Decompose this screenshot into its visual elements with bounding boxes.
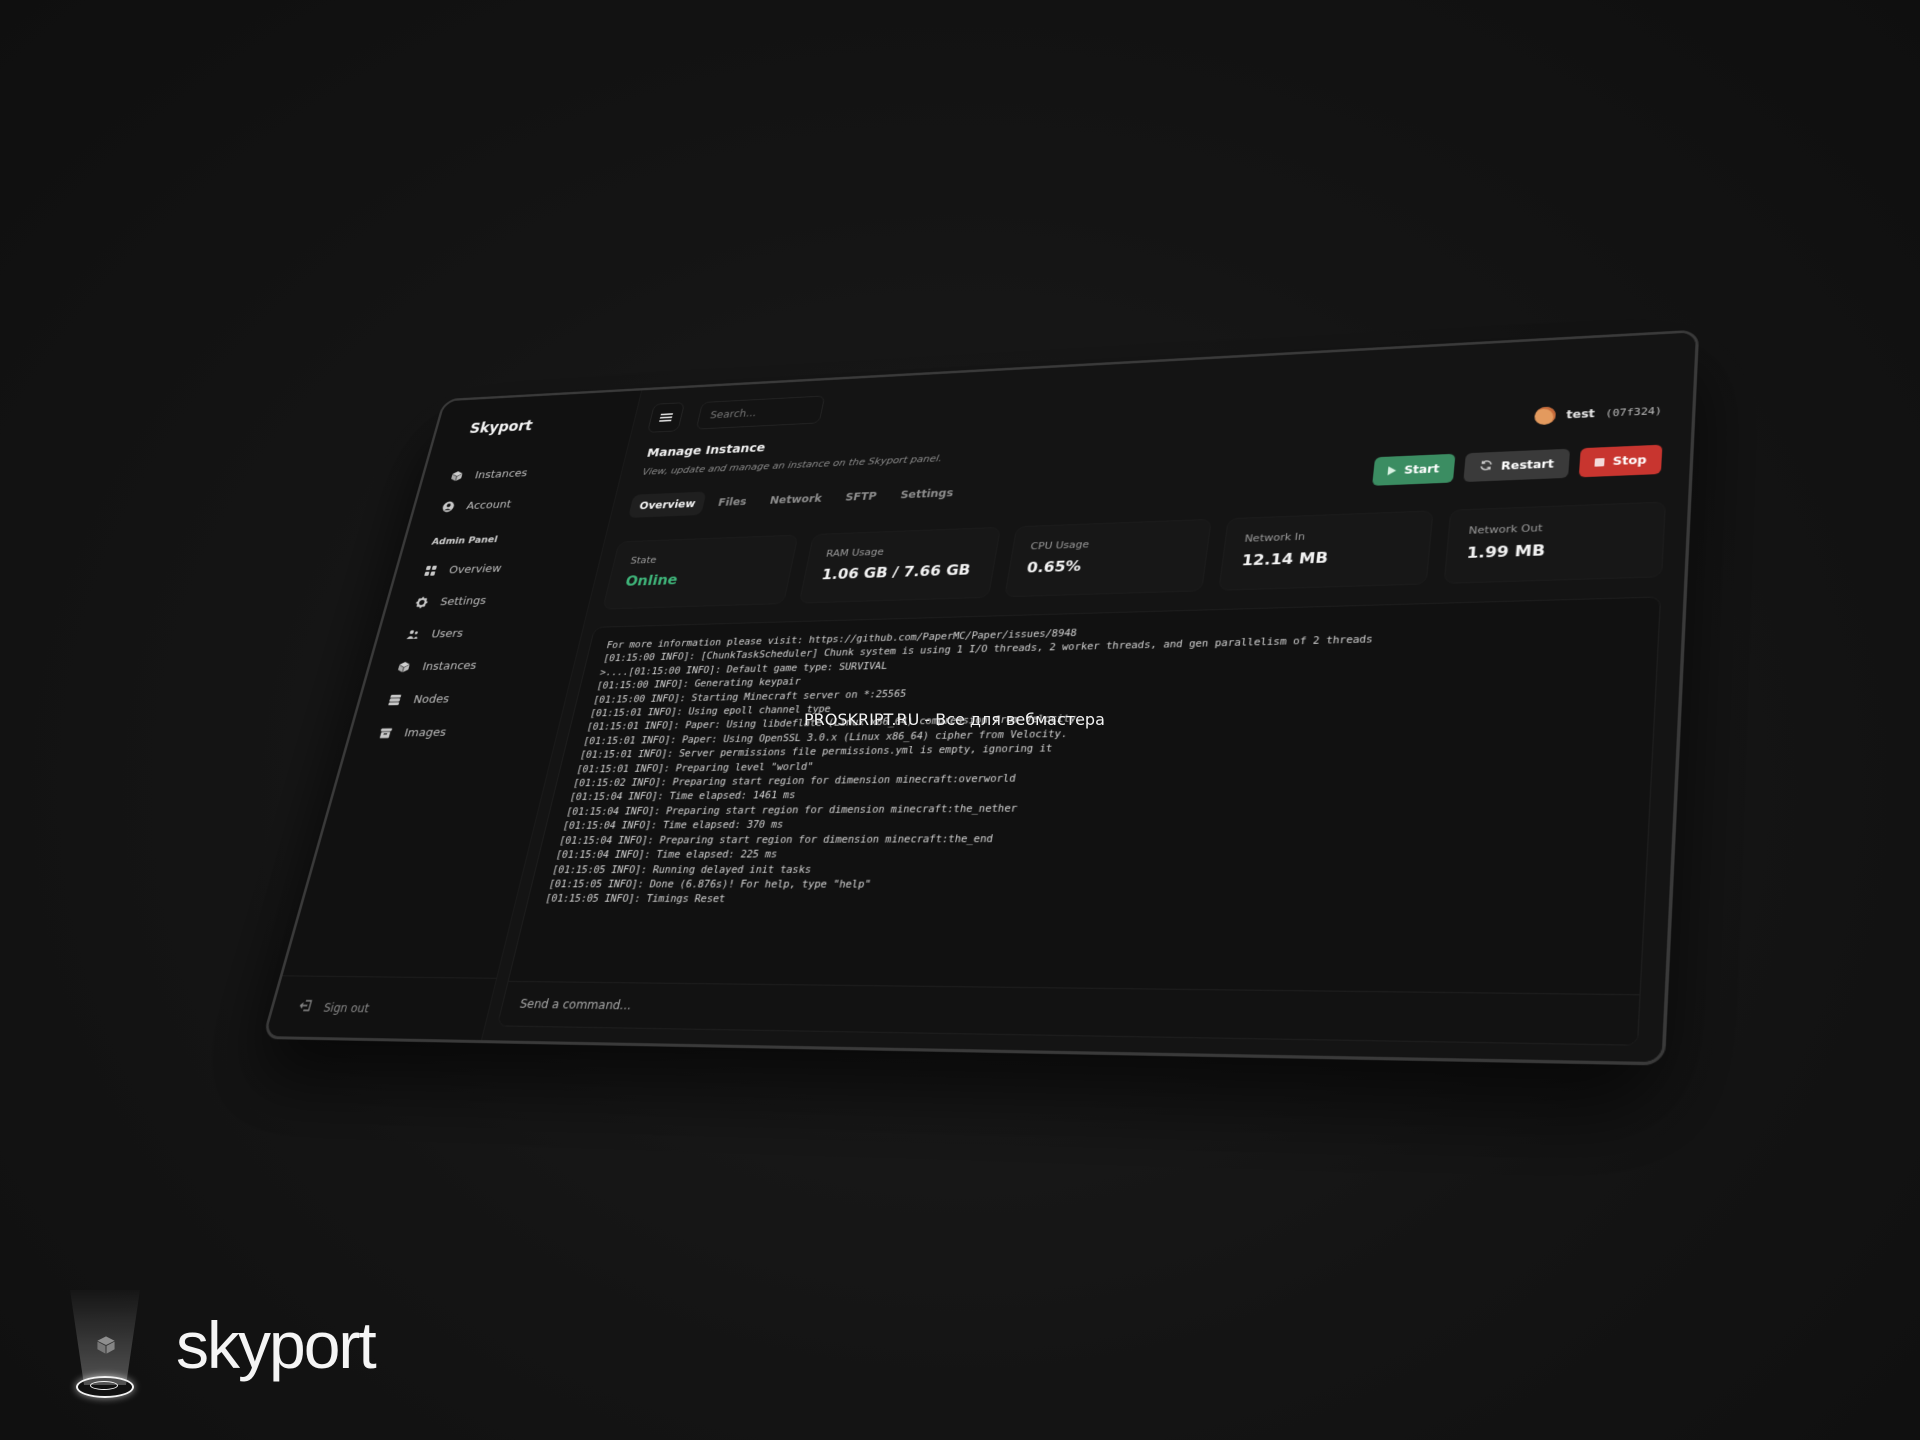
watermark: PROSKRIPT.RU - Все для вебмастера: [804, 710, 1105, 729]
tab-files[interactable]: Files: [707, 489, 758, 514]
tab-network[interactable]: Network: [758, 486, 833, 513]
tab-settings[interactable]: Settings: [889, 480, 965, 507]
menu-toggle-button[interactable]: [647, 402, 686, 433]
cube-icon: [395, 660, 413, 674]
user-name: test: [1565, 407, 1596, 422]
stat-value: 1.06 GB / 7.66 GB: [820, 561, 972, 583]
stat-value: 1.99 MB: [1465, 541, 1546, 562]
sidebar-item-admin-images[interactable]: Images: [374, 715, 463, 750]
sidebar-item-label: Settings: [438, 594, 488, 609]
sidebar-item-admin-overview[interactable]: Overview: [419, 552, 506, 586]
sidebar-nav: Instances Account Admin Panel Overview S…: [374, 458, 531, 751]
stop-button[interactable]: Stop: [1578, 444, 1663, 478]
console: For more information please visit: https…: [496, 596, 1662, 1046]
main-content: Manage Instance View, update and manage …: [481, 332, 1696, 1063]
topbar: [647, 395, 826, 433]
stat-card-network-out: Network Out 1.99 MB: [1443, 501, 1666, 584]
admin-panel-heading: Admin Panel: [430, 533, 499, 548]
grid-icon: [422, 564, 439, 578]
stat-card-cpu: CPU Usage 0.65%: [1003, 518, 1213, 598]
server-icon: [386, 693, 404, 707]
user-id: (07f324): [1605, 404, 1663, 419]
restart-label: Restart: [1500, 457, 1555, 473]
instance-tabs: Overview Files Network SFTP Settings: [627, 480, 965, 518]
stat-card-network-in: Network In 12.14 MB: [1218, 510, 1434, 591]
user-badge[interactable]: test (07f324): [1534, 401, 1663, 426]
refresh-icon: [1478, 459, 1493, 474]
sidebar-item-admin-instances[interactable]: Instances: [392, 649, 480, 684]
start-button[interactable]: Start: [1371, 453, 1456, 486]
stats-row: State Online RAM Usage 1.06 GB / 7.66 GB…: [602, 501, 1666, 610]
stop-label: Stop: [1612, 453, 1647, 468]
sidebar-item-instances[interactable]: Instances: [446, 458, 531, 492]
avatar: [1534, 406, 1557, 426]
stat-value: 12.14 MB: [1240, 548, 1329, 570]
sidebar-item-account[interactable]: Account: [437, 488, 523, 522]
sign-out-button[interactable]: Sign out: [297, 999, 372, 1017]
stat-card-state: State Online: [602, 534, 799, 610]
cube-icon: [96, 1335, 116, 1360]
search-input[interactable]: [695, 395, 826, 430]
sidebar-item-label: Users: [429, 626, 465, 641]
app-window: Skyport Instances Account Admin Panel Ov…: [261, 329, 1700, 1066]
stop-icon: [1594, 457, 1605, 467]
state-value: Online: [623, 571, 680, 590]
stat-label: Network Out: [1468, 521, 1544, 537]
brand-logo: Skyport: [467, 418, 535, 438]
user-circle-icon: [440, 500, 457, 514]
start-label: Start: [1403, 462, 1440, 477]
power-actions: Start Restart Stop: [1371, 444, 1663, 486]
tab-overview[interactable]: Overview: [627, 491, 707, 518]
sign-out-icon: [297, 999, 314, 1016]
sidebar-item-admin-nodes[interactable]: Nodes: [383, 682, 472, 717]
console-line: [01:15:04 INFO]: Time elapsed: 225 ms: [554, 848, 779, 861]
sidebar-item-label: Instances: [473, 466, 529, 482]
sidebar-item-label: Nodes: [411, 692, 451, 707]
console-log: For more information please visit: https…: [523, 597, 1659, 925]
stat-label: RAM Usage: [825, 545, 885, 560]
sidebar-item-admin-settings[interactable]: Settings: [411, 584, 498, 619]
gear-icon: [413, 596, 430, 610]
stat-label: State: [629, 554, 658, 567]
stat-value: 0.65%: [1025, 557, 1083, 577]
users-icon: [404, 628, 421, 642]
play-icon: [1387, 466, 1397, 476]
sidebar-item-label: Overview: [447, 561, 504, 577]
sidebar-item-label: Account: [465, 497, 513, 513]
stat-label: Network In: [1243, 530, 1306, 545]
page-title: Manage Instance: [645, 441, 767, 461]
tab-sftp[interactable]: SFTP: [834, 484, 888, 510]
beam-logo-icon: [60, 1290, 150, 1400]
command-bar: [497, 980, 1640, 1045]
logo-text: skyport: [176, 1308, 377, 1382]
console-line: [01:15:05 INFO]: Timings Reset: [544, 893, 727, 906]
console-line: [01:15:05 INFO]: Running delayed init ta…: [551, 863, 813, 876]
sidebar-item-label: Instances: [420, 658, 479, 674]
stat-card-ram: RAM Usage 1.06 GB / 7.66 GB: [798, 526, 1001, 604]
hamburger-icon: [659, 413, 674, 422]
sign-out-label: Sign out: [322, 1000, 371, 1015]
divider: [282, 975, 497, 979]
command-input[interactable]: [497, 981, 1640, 1045]
restart-button[interactable]: Restart: [1463, 448, 1570, 483]
sidebar-item-label: Images: [402, 725, 448, 740]
sidebar-item-admin-users[interactable]: Users: [402, 616, 490, 651]
cube-icon: [448, 469, 465, 482]
stat-label: CPU Usage: [1029, 538, 1090, 553]
archive-icon: [377, 726, 395, 740]
skyport-logo: skyport: [60, 1290, 377, 1400]
